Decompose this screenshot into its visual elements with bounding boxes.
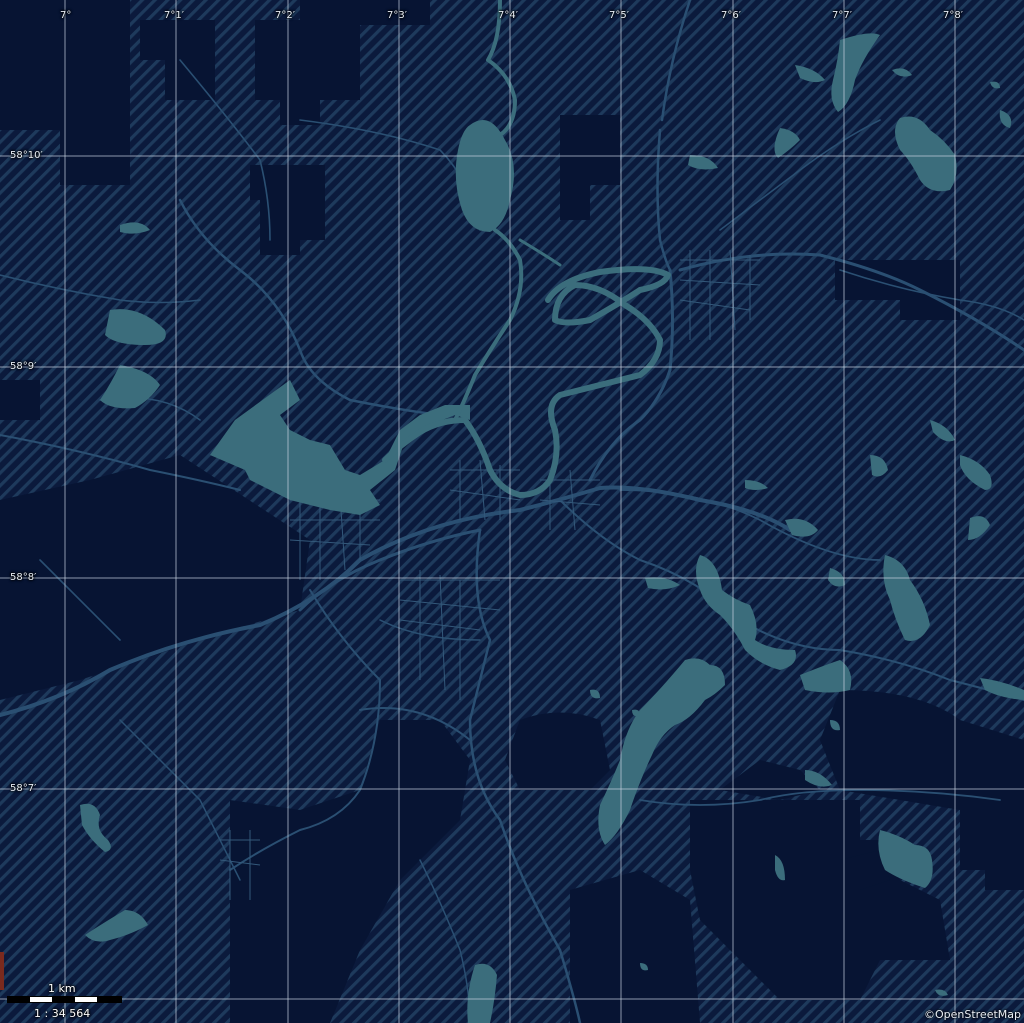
- map-attribution[interactable]: ©OpenStreetMap: [924, 1008, 1021, 1021]
- scale-bar-graphic: [7, 996, 122, 1003]
- lon-label: 7°5′: [609, 10, 629, 21]
- lon-label: 7°1′: [164, 10, 184, 21]
- lon-label: 7°: [60, 10, 72, 21]
- lon-label: 7°6′: [721, 10, 741, 21]
- lat-label: 58°9′: [10, 361, 37, 372]
- lon-label: 7°3′: [387, 10, 407, 21]
- lon-label: 7°8′: [943, 10, 963, 21]
- lat-label: 58°7′: [10, 783, 37, 794]
- map-canvas[interactable]: [0, 0, 1024, 1023]
- scale-bar: 1 km 1 : 34 564: [6, 983, 136, 1019]
- lon-label: 7°2′: [275, 10, 295, 21]
- scale-distance-label: 1 km: [48, 982, 76, 995]
- lon-label: 7°4′: [498, 10, 518, 21]
- map-viewport[interactable]: 7° 7°1′ 7°2′ 7°3′ 7°4′ 7°5′ 7°6′ 7°7′ 7°…: [0, 0, 1024, 1023]
- lon-label: 7°7′: [832, 10, 852, 21]
- scale-ratio-label: 1 : 34 564: [34, 1007, 91, 1020]
- edge-marker: [0, 952, 4, 990]
- lat-label: 58°8′: [10, 572, 37, 583]
- lat-label: 58°10′: [10, 150, 43, 161]
